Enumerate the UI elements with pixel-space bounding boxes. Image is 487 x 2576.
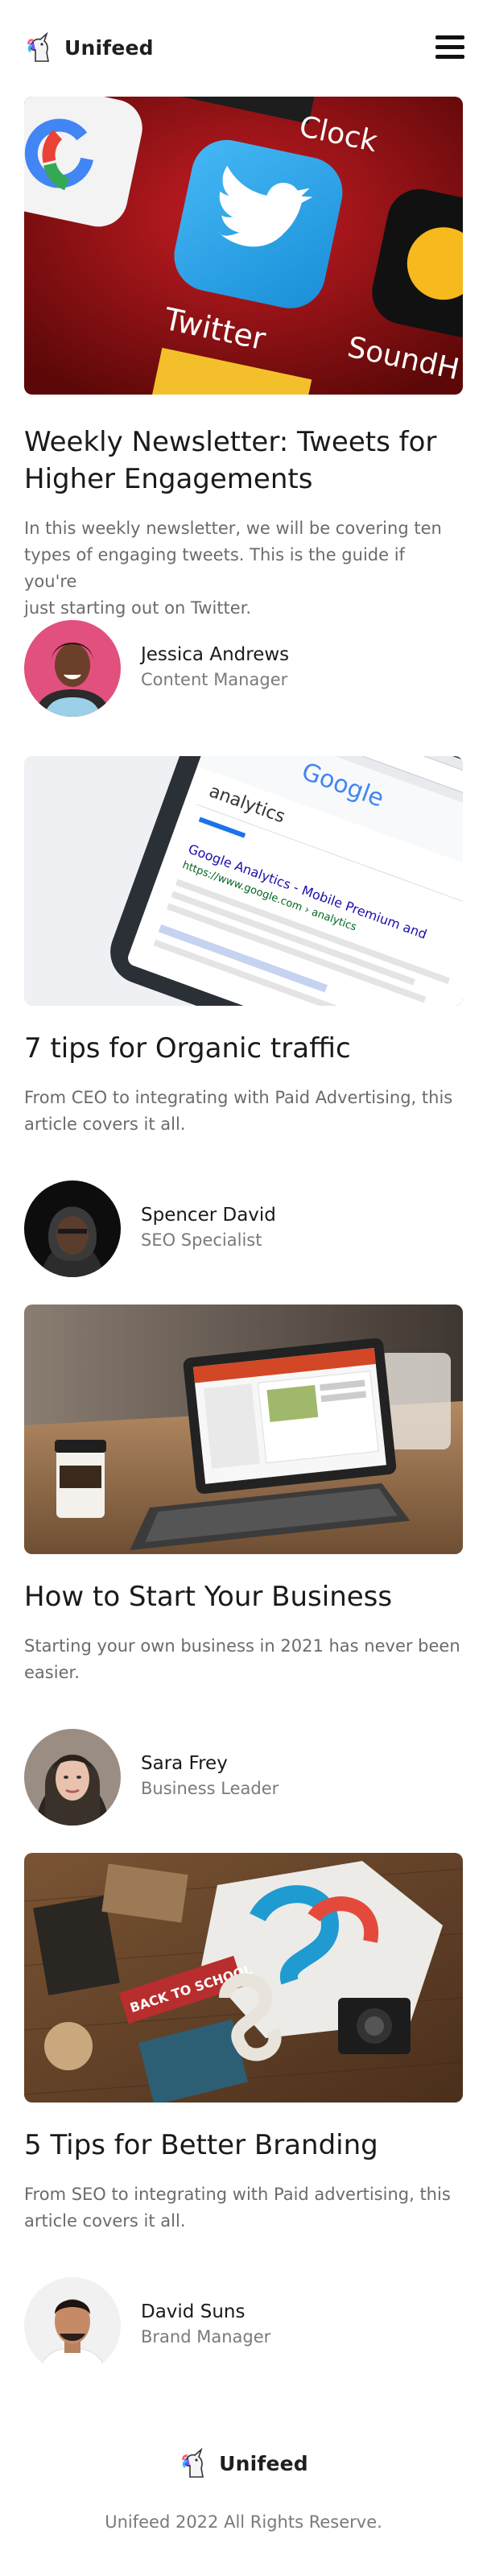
excerpt-line: types of engaging tweets. This is the gu… <box>24 545 405 591</box>
post-image-twitter[interactable]: Clock Twitter SoundH <box>24 97 463 395</box>
post-title-line: Weekly Newsletter: Tweets for <box>24 426 437 458</box>
post-title[interactable]: 7 tips for Organic traffic <box>24 1030 463 1067</box>
site-header: Unifeed <box>0 0 487 97</box>
post-title-line: 5 Tips for Better Branding <box>24 2129 378 2161</box>
unicorn-logo-icon <box>27 31 49 62</box>
excerpt-line: From CEO to integrating with Paid Advert… <box>24 1088 453 1107</box>
hamburger-menu-icon[interactable] <box>435 35 464 61</box>
excerpt-line: article covers it all. <box>24 2211 186 2231</box>
laptop-desk-photo <box>24 1305 463 1554</box>
excerpt-line: Starting your own business in 2021 has n… <box>24 1636 460 1656</box>
post-excerpt: From CEO to integrating with Paid Advert… <box>24 1085 463 1138</box>
google-search-photo: Google analytics Google Analytics - Mobi… <box>24 756 463 1006</box>
brand-logo[interactable]: Unifeed <box>24 31 154 64</box>
author-name: Sara Frey <box>141 1753 228 1774</box>
post-excerpt: From SEO to integrating with Paid advert… <box>24 2181 463 2235</box>
author-role: Brand Manager <box>141 2327 271 2347</box>
excerpt-line: just starting out on Twitter. <box>24 598 252 618</box>
footer-logo[interactable]: Unifeed <box>0 2446 487 2480</box>
unicorn-logo-icon <box>182 2447 204 2478</box>
excerpt-line: From SEO to integrating with Paid advert… <box>24 2185 451 2204</box>
avatar <box>24 620 121 717</box>
menu-bar <box>435 35 464 39</box>
footer-brand-name: Unifeed <box>219 2451 308 2475</box>
copyright-text: Unifeed 2022 All Rights Reserve. <box>105 2512 382 2532</box>
author-name: David Suns <box>141 2301 246 2322</box>
author-role: SEO Specialist <box>141 1230 262 1250</box>
post-excerpt: Starting your own business in 2021 has n… <box>24 1633 463 1686</box>
twitter-app-photo: Clock Twitter SoundH <box>24 97 463 395</box>
excerpt-line: In this weekly newsletter, we will be co… <box>24 519 442 538</box>
excerpt-line: article covers it all. <box>24 1114 186 1134</box>
post-author[interactable]: Jessica Andrews Content Manager <box>24 620 463 717</box>
post-author[interactable]: Sara Frey Business Leader <box>24 1729 463 1826</box>
post-title[interactable]: 5 Tips for Better Branding <box>24 2127 463 2164</box>
brand-name: Unifeed <box>64 35 154 60</box>
post-image-branding[interactable]: BACK TO SCHOOL <box>24 1853 463 2103</box>
post-card[interactable]: How to Start Your Business Starting your… <box>24 1305 463 1826</box>
post-author[interactable]: David Suns Brand Manager <box>24 2277 463 2374</box>
menu-bar <box>435 45 464 49</box>
author-role: Content Manager <box>141 670 288 689</box>
author-role: Business Leader <box>141 1779 279 1798</box>
post-author[interactable]: Spencer David SEO Specialist <box>24 1180 463 1277</box>
page: Unifeed Clock Twitter SoundH Weekly News… <box>0 0 487 2576</box>
post-title[interactable]: How to Start Your Business <box>24 1578 463 1615</box>
avatar <box>24 1729 121 1826</box>
author-name: Spencer David <box>141 1205 276 1226</box>
menu-bar <box>435 55 464 59</box>
excerpt-line: easier. <box>24 1663 80 1682</box>
post-title-line: 7 tips for Organic traffic <box>24 1032 351 1065</box>
post-card[interactable]: Clock Twitter SoundH Weekly Newsletter: … <box>24 97 463 717</box>
post-excerpt: In this weekly newsletter, we will be co… <box>24 515 463 622</box>
post-card[interactable]: Google analytics Google Analytics - Mobi… <box>24 756 463 1277</box>
avatar <box>24 1180 121 1277</box>
branding-items-photo: BACK TO SCHOOL <box>24 1853 463 2103</box>
post-image-laptop[interactable] <box>24 1305 463 1554</box>
post-title[interactable]: Weekly Newsletter: Tweets for Higher Eng… <box>24 424 463 498</box>
post-card[interactable]: BACK TO SCHOOL 5 Tips for Better Brandin… <box>24 1853 463 2374</box>
post-title-line: Higher Engagements <box>24 463 313 495</box>
author-name: Jessica Andrews <box>141 644 290 665</box>
post-title-line: How to Start Your Business <box>24 1581 393 1613</box>
post-image-google[interactable]: Google analytics Google Analytics - Mobi… <box>24 756 463 1006</box>
avatar <box>24 2277 121 2374</box>
